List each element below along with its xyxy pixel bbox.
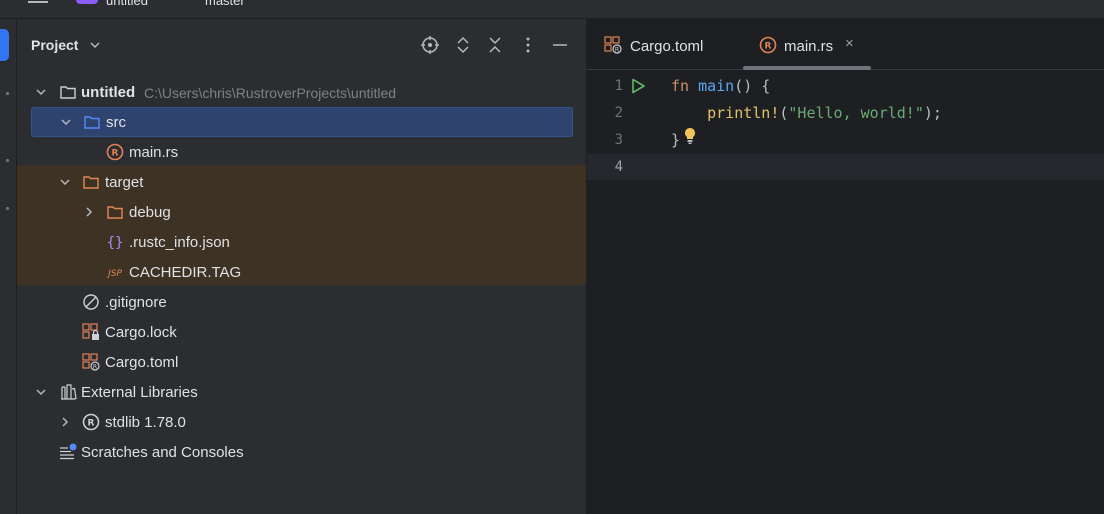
project-path: C:\Users\chris\RustroverProjects\untitle… bbox=[144, 85, 397, 101]
tree-item-label: untitled bbox=[81, 84, 136, 101]
excluded-folder-icon bbox=[107, 206, 123, 219]
tree-item-gitignore[interactable]: .gitignore bbox=[17, 287, 586, 317]
active-tab-indicator bbox=[743, 66, 871, 70]
tree-item-target[interactable]: target bbox=[17, 167, 586, 197]
tab-label: main.rs bbox=[784, 38, 834, 55]
tree-item-untitled[interactable]: untitled C:\Users\chris\RustroverProject… bbox=[17, 77, 586, 107]
tree-item-label: Cargo.toml bbox=[105, 354, 179, 371]
tree-item-cachedir-tag[interactable]: JSP CACHEDIR.TAG bbox=[17, 257, 586, 287]
tab-label: Cargo.toml bbox=[630, 38, 704, 55]
lightbulb-icon[interactable] bbox=[683, 127, 697, 145]
svg-text:R: R bbox=[765, 42, 772, 52]
editor-tab-bar: R Cargo.toml R main.rs × bbox=[587, 19, 1104, 70]
cargo-lock-icon bbox=[82, 323, 99, 340]
svg-text:R: R bbox=[615, 47, 619, 54]
line-number: 2 bbox=[614, 105, 623, 121]
function-name: main bbox=[698, 77, 735, 95]
project-view-selector[interactable]: Project bbox=[31, 37, 78, 53]
punctuation: ); bbox=[923, 104, 942, 122]
string-literal: "Hello, world!" bbox=[788, 104, 924, 122]
project-tool-button[interactable] bbox=[0, 29, 9, 61]
tab-main-rs[interactable]: R main.rs × bbox=[743, 19, 873, 69]
cargo-toml-icon: R bbox=[82, 353, 100, 371]
tree-item-label: stdlib 1.78.0 bbox=[105, 414, 186, 431]
tree-item-label: .gitignore bbox=[105, 294, 167, 311]
code-line-3[interactable]: } bbox=[671, 131, 680, 149]
chevron-down-icon[interactable] bbox=[59, 115, 73, 129]
chevron-right-icon[interactable] bbox=[82, 205, 96, 219]
keyword: fn bbox=[671, 77, 690, 95]
chevron-down-icon[interactable] bbox=[34, 385, 48, 399]
macro-call: println! bbox=[707, 104, 780, 122]
project-panel-header: Project bbox=[17, 19, 586, 71]
tree-item-label: External Libraries bbox=[81, 384, 198, 401]
tree-item-external-libraries[interactable]: External Libraries bbox=[17, 377, 586, 407]
tree-item-label: src bbox=[106, 114, 126, 131]
tree-item-rustc-info[interactable]: {} .rustc_info.json bbox=[17, 227, 586, 257]
tree-item-label: Scratches and Consoles bbox=[81, 444, 244, 461]
json-file-icon: {} bbox=[107, 235, 124, 251]
svg-text:R: R bbox=[88, 419, 95, 429]
chevron-down-icon[interactable] bbox=[58, 175, 72, 189]
tool-button[interactable] bbox=[6, 92, 9, 95]
folder-icon bbox=[60, 86, 76, 99]
tree-item-stdlib[interactable]: R stdlib 1.78.0 bbox=[17, 407, 586, 437]
tree-item-src[interactable]: src bbox=[31, 107, 573, 137]
main-toolbar: untitled master bbox=[0, 0, 1104, 19]
run-icon[interactable] bbox=[629, 77, 647, 95]
tree-item-label: debug bbox=[129, 204, 171, 221]
chevron-down-icon[interactable] bbox=[34, 85, 48, 99]
hide-panel-icon[interactable] bbox=[550, 35, 570, 55]
chevron-right-icon[interactable] bbox=[58, 415, 72, 429]
expand-all-icon[interactable] bbox=[453, 35, 473, 55]
punctuation: () { bbox=[734, 77, 771, 95]
svg-text:JSP: JSP bbox=[106, 269, 122, 279]
code-line-2[interactable]: println!("Hello, world!"); bbox=[671, 104, 942, 122]
project-switcher[interactable]: untitled bbox=[106, 0, 148, 8]
tree-item-main-rs[interactable]: R main.rs bbox=[17, 137, 586, 167]
tree-item-label: main.rs bbox=[129, 144, 179, 161]
project-tool-window: Project untitled C:\Users\chris\Rustrove… bbox=[17, 19, 586, 514]
rust-file-icon: R bbox=[106, 143, 124, 161]
editor-area: R Cargo.toml R main.rs × 1 2 3 4 fn main… bbox=[587, 19, 1104, 514]
tree-item-label: target bbox=[105, 174, 144, 191]
line-number: 3 bbox=[614, 132, 623, 148]
tool-button[interactable] bbox=[6, 207, 9, 210]
tree-item-scratches[interactable]: Scratches and Consoles bbox=[17, 437, 586, 467]
more-options-icon[interactable] bbox=[518, 35, 538, 55]
svg-text:R: R bbox=[112, 149, 119, 159]
jsp-file-icon: JSP bbox=[106, 269, 122, 279]
cargo-toml-icon: R bbox=[604, 36, 622, 54]
project-badge[interactable] bbox=[76, 0, 98, 4]
tool-window-strip bbox=[0, 19, 17, 514]
tree-item-debug[interactable]: debug bbox=[17, 197, 586, 227]
line-number: 1 bbox=[614, 78, 623, 94]
rust-file-icon: R bbox=[759, 36, 777, 54]
svg-text:{}: {} bbox=[107, 235, 124, 251]
tree-item-cargo-toml[interactable]: R Cargo.toml bbox=[17, 347, 586, 377]
tree-item-label: CACHEDIR.TAG bbox=[129, 264, 242, 281]
collapse-all-icon[interactable] bbox=[485, 35, 505, 55]
editor-gutter: 1 2 3 4 bbox=[587, 70, 667, 514]
rust-icon: R bbox=[82, 413, 100, 431]
scratches-icon bbox=[60, 443, 77, 460]
tree-item-label: Cargo.lock bbox=[105, 324, 177, 341]
excluded-folder-icon bbox=[83, 176, 99, 189]
main-menu-icon[interactable] bbox=[28, 0, 48, 6]
tool-button[interactable] bbox=[6, 159, 9, 162]
tree-item-label: .rustc_info.json bbox=[129, 234, 230, 251]
punctuation: } bbox=[671, 131, 681, 149]
chevron-down-icon[interactable] bbox=[89, 39, 101, 51]
tab-cargo-toml[interactable]: R Cargo.toml bbox=[587, 19, 737, 69]
close-tab-icon[interactable]: × bbox=[845, 35, 854, 52]
select-opened-file-icon[interactable] bbox=[420, 35, 440, 55]
line-number: 4 bbox=[614, 159, 623, 175]
svg-text:R: R bbox=[93, 364, 97, 371]
source-folder-icon bbox=[84, 116, 100, 129]
tree-item-cargo-lock[interactable]: Cargo.lock bbox=[17, 317, 586, 347]
ignore-file-icon bbox=[83, 294, 99, 310]
branch-switcher[interactable]: master bbox=[205, 0, 245, 8]
library-icon bbox=[61, 384, 77, 400]
code-line-1[interactable]: fn main() { bbox=[671, 77, 770, 95]
